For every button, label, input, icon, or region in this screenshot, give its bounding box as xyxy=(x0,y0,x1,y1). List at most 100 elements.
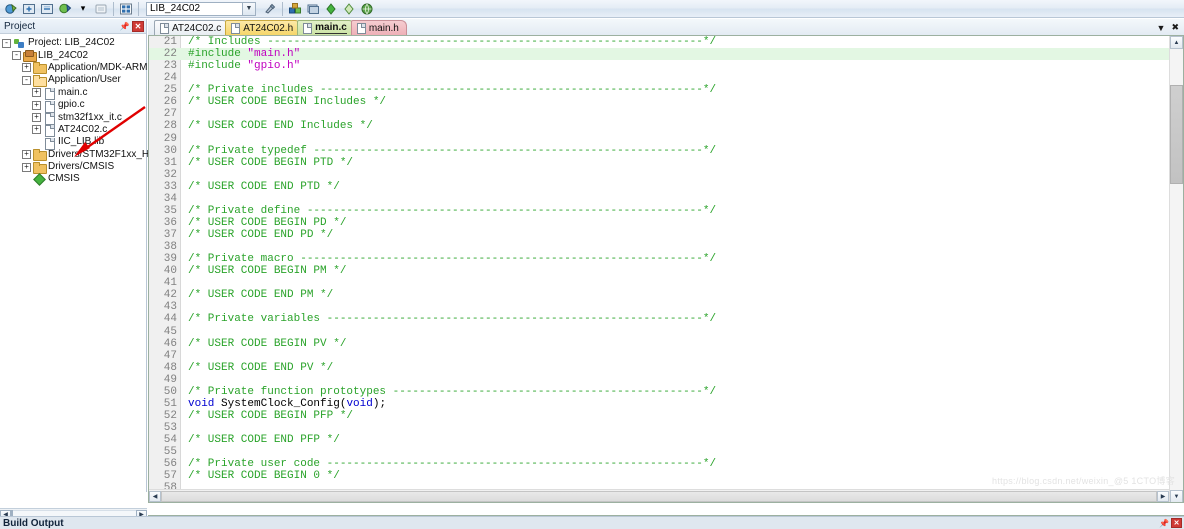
code-line[interactable]: 46 /* USER CODE BEGIN PV */ xyxy=(149,338,1169,350)
code-line[interactable]: 37 /* USER CODE END PD */ xyxy=(149,229,1169,241)
insert-bookmark-icon[interactable] xyxy=(323,1,339,17)
expand-icon[interactable]: + xyxy=(22,162,31,172)
collapse-icon[interactable]: - xyxy=(22,75,31,85)
code-line[interactable]: 53 xyxy=(149,422,1169,434)
editor-tab-AT24C02-c[interactable]: AT24C02.c xyxy=(154,20,230,35)
tree-item[interactable]: + stm32f1xx_it.c xyxy=(2,111,146,126)
manage-project-items-icon[interactable] xyxy=(262,1,278,17)
scroll-down-icon[interactable]: ▼ xyxy=(1170,490,1183,502)
close-icon[interactable]: ✕ xyxy=(132,20,144,32)
code-line[interactable]: 44 /* Private variables -----------------… xyxy=(149,313,1169,325)
rebuild-icon[interactable] xyxy=(21,1,37,17)
vscroll-thumb[interactable] xyxy=(1170,85,1183,184)
code-line[interactable]: 35 /* Private define --------------------… xyxy=(149,205,1169,217)
pin-icon[interactable]: 📌 xyxy=(1159,518,1169,528)
expand-icon[interactable]: + xyxy=(32,125,41,135)
code-line[interactable]: 41 xyxy=(149,277,1169,289)
code-line[interactable]: 36 /* USER CODE BEGIN PD */ xyxy=(149,217,1169,229)
expand-icon[interactable]: + xyxy=(22,63,31,73)
tree-item[interactable]: - Project: LIB_24C02 xyxy=(2,37,146,49)
code-line[interactable]: 50 /* Private function prototypes -------… xyxy=(149,386,1169,398)
manage-runtime-icon[interactable] xyxy=(359,1,375,17)
code-line[interactable]: 25 /* Private includes ------------------… xyxy=(149,84,1169,96)
scroll-up-icon[interactable]: ▲ xyxy=(1170,36,1183,49)
tree-item[interactable]: + Application/MDK-ARM xyxy=(2,61,148,75)
code-line[interactable]: 23 #include "gpio.h" xyxy=(149,60,1169,72)
code-token-str: "gpio.h" xyxy=(247,60,301,73)
tree-item[interactable]: CMSIS xyxy=(2,173,146,185)
code-line[interactable]: 22 #include "main.h" xyxy=(149,48,1169,61)
code-line[interactable]: 55 xyxy=(149,446,1169,458)
editor-tab-AT24C02-h[interactable]: AT24C02.h xyxy=(225,20,302,35)
code-line[interactable]: 39 /* Private macro ---------------------… xyxy=(149,253,1169,265)
close-document-icon[interactable]: ✖ xyxy=(1171,22,1179,33)
expand-icon[interactable]: + xyxy=(32,100,41,110)
code-line[interactable]: 52 /* USER CODE BEGIN PFP */ xyxy=(149,410,1169,422)
pack-installer-icon[interactable] xyxy=(287,1,303,17)
tree-item[interactable]: + gpio.c xyxy=(2,99,146,113)
tree-item-label: Application/MDK-ARM xyxy=(48,61,148,73)
code-line[interactable]: 21 /* Includes --------------------------… xyxy=(149,36,1169,48)
code-line[interactable]: 42 /* USER CODE END PM */ xyxy=(149,289,1169,301)
next-bookmark-icon[interactable] xyxy=(341,1,357,17)
line-number: 28 xyxy=(163,120,177,133)
code-line[interactable]: 49 xyxy=(149,374,1169,386)
code-text: /* Private includes --------------------… xyxy=(181,84,716,96)
line-number: 56 xyxy=(163,458,177,471)
code-content[interactable]: 21 /* Includes --------------------------… xyxy=(149,36,1169,502)
collapse-icon[interactable]: - xyxy=(12,51,21,61)
expand-icon[interactable]: + xyxy=(32,88,41,98)
code-line[interactable]: 28 /* USER CODE END Includes */ xyxy=(149,120,1169,132)
code-line[interactable]: 31 /* USER CODE BEGIN PTD */ xyxy=(149,157,1169,169)
scroll-left-icon[interactable]: ◀ xyxy=(149,490,161,502)
line-number: 52 xyxy=(163,409,177,422)
tree-item[interactable]: + AT24C02.c xyxy=(2,124,146,138)
code-line[interactable]: 29 xyxy=(149,133,1169,145)
batch-build-icon[interactable] xyxy=(39,1,55,17)
target-select[interactable]: LIB_24C02 ▼ xyxy=(146,1,256,16)
code-line[interactable]: 33 /* USER CODE END PTD */ xyxy=(149,181,1169,193)
code-line[interactable]: 40 /* USER CODE BEGIN PM */ xyxy=(149,265,1169,277)
tree-item[interactable]: - Application/User xyxy=(2,74,146,87)
code-line[interactable]: 27 xyxy=(149,108,1169,120)
download-dropdown-icon[interactable]: ▾ xyxy=(75,1,91,17)
code-line[interactable]: 47 xyxy=(149,350,1169,362)
code-line[interactable]: 45 xyxy=(149,326,1169,338)
expand-icon[interactable]: + xyxy=(32,113,41,123)
hscroll-thumb[interactable] xyxy=(161,490,1157,502)
code-line[interactable]: 30 /* Private typedef -------------------… xyxy=(149,145,1169,157)
tree-item[interactable]: IIC_LIB.lib xyxy=(2,136,146,150)
tree-item[interactable]: + main.c xyxy=(2,87,146,101)
tree-item[interactable]: + Drivers/STM32F1xx_HAL_Driv xyxy=(2,149,185,162)
build-icon[interactable] xyxy=(3,1,19,17)
code-line[interactable]: 32 xyxy=(149,169,1169,181)
expand-icon[interactable]: + xyxy=(22,150,31,160)
collapse-icon[interactable]: - xyxy=(2,38,11,48)
code-line[interactable]: 38 xyxy=(149,241,1169,253)
code-line[interactable]: 56 /* Private user code -----------------… xyxy=(149,458,1169,470)
tree-item[interactable]: + Drivers/CMSIS xyxy=(2,161,146,174)
pin-icon[interactable]: 📌 xyxy=(119,21,130,32)
code-text: /* USER CODE BEGIN PM */ xyxy=(181,265,346,277)
download-icon[interactable] xyxy=(57,1,73,17)
scroll-right-icon[interactable]: ▶ xyxy=(1157,490,1169,502)
code-line[interactable]: 51 void SystemClock_Config(void); xyxy=(149,398,1169,410)
code-line[interactable]: 43 xyxy=(149,301,1169,313)
tab-list-dropdown-icon[interactable]: ▼ xyxy=(1157,23,1166,33)
editor-tab-main-c[interactable]: main.c xyxy=(297,20,355,35)
code-line[interactable]: 34 xyxy=(149,193,1169,205)
code-line[interactable]: 24 xyxy=(149,72,1169,84)
tree-item[interactable]: - LIB_24C02 xyxy=(2,49,146,63)
code-line[interactable]: 26 /* USER CODE BEGIN Includes */ xyxy=(149,96,1169,108)
code-editor[interactable]: 21 /* Includes --------------------------… xyxy=(148,36,1184,503)
editor-tab-main-h[interactable]: main.h xyxy=(350,20,407,35)
configuration-wizard-icon[interactable] xyxy=(305,1,321,17)
editor-vscrollbar[interactable]: ▲ ▼ xyxy=(1169,36,1183,502)
code-line[interactable]: 54 /* USER CODE END PFP */ xyxy=(149,434,1169,446)
chevron-down-icon[interactable]: ▼ xyxy=(242,2,255,15)
stop-build-icon[interactable] xyxy=(93,1,109,17)
editor-hscrollbar[interactable]: ◀ ▶ xyxy=(149,489,1169,502)
code-line[interactable]: 48 /* USER CODE END PV */ xyxy=(149,362,1169,374)
close-icon[interactable]: ✕ xyxy=(1171,518,1182,528)
target-options-icon[interactable] xyxy=(118,1,134,17)
